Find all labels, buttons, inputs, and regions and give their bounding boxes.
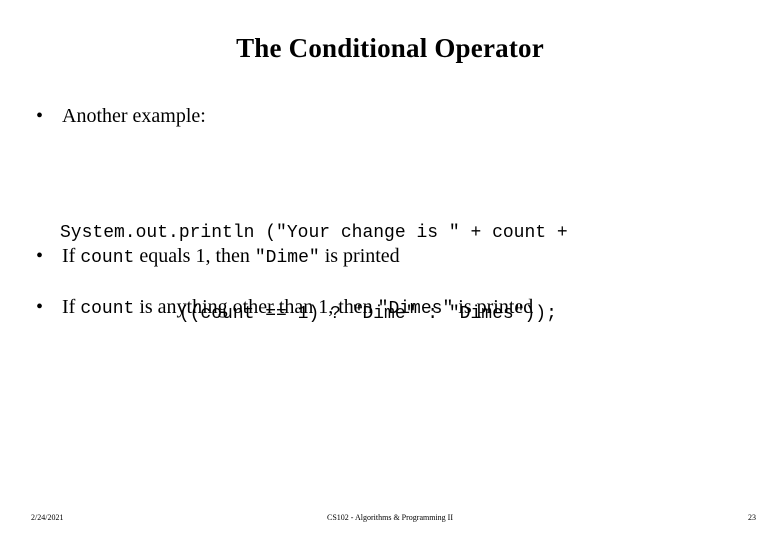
code-block: System.out.println ("Your change is " + … bbox=[60, 166, 760, 382]
footer-course-name: CS102 - Algorithms & Programming II bbox=[327, 513, 453, 522]
page-title: The Conditional Operator bbox=[236, 33, 544, 63]
inline-code-text: count bbox=[80, 248, 135, 268]
bullet-item: • If count is anything other than 1, then… bbox=[36, 294, 756, 322]
inline-prose-text: is printed bbox=[453, 296, 534, 318]
bullet-marker-icon: • bbox=[36, 245, 44, 267]
slide-canvas: The Conditional Operator • Another exampl… bbox=[0, 0, 780, 540]
inline-code-text: count bbox=[80, 299, 135, 319]
bullet-item-text: If count is anything other than 1, then … bbox=[62, 296, 534, 319]
bullet-marker-icon: • bbox=[36, 296, 44, 318]
inline-code-text: "Dimes" bbox=[377, 299, 454, 319]
bullet-item-text: If count equals 1, then "Dime" is printe… bbox=[62, 245, 400, 268]
footer-page-number: 23 bbox=[748, 513, 756, 522]
bullet-item: • Another example: bbox=[36, 103, 756, 129]
bullet-item-text: Another example: bbox=[62, 105, 206, 127]
inline-prose-text: Another example: bbox=[62, 105, 206, 127]
inline-prose-text: equals 1, then bbox=[134, 245, 255, 267]
bullet-item: • If count equals 1, then "Dime" is print… bbox=[36, 243, 756, 271]
inline-prose-text: is printed bbox=[319, 245, 400, 267]
inline-prose-text: If bbox=[62, 245, 81, 267]
bullet-marker-icon: • bbox=[36, 105, 44, 127]
inline-prose-text: is anything other than 1, then bbox=[134, 296, 378, 318]
inline-prose-text: If bbox=[62, 296, 81, 318]
inline-code-text: "Dime" bbox=[254, 248, 320, 268]
